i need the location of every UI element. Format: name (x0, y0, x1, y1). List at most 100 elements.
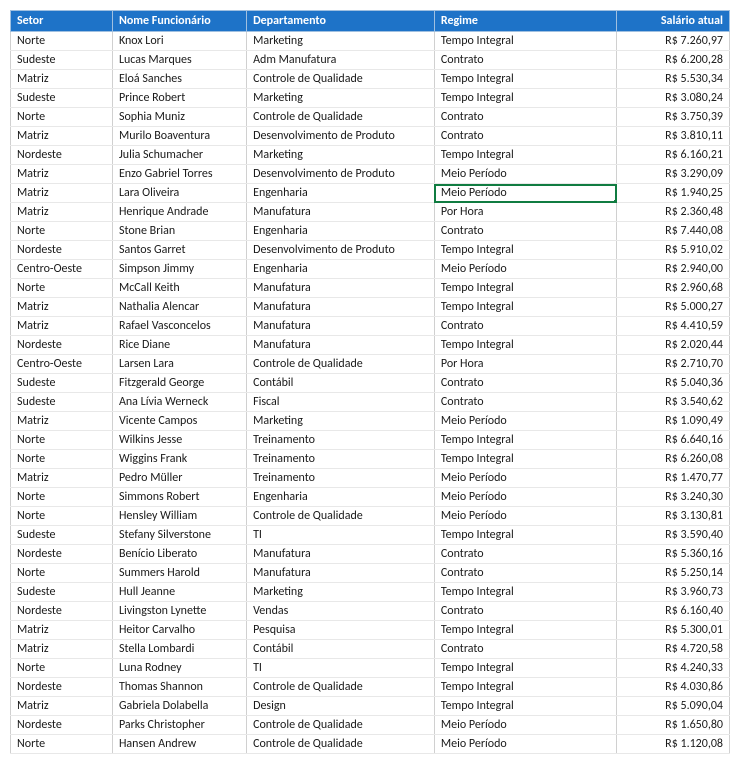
cell-nome[interactable]: Heitor Carvalho (112, 621, 246, 640)
cell-regime[interactable]: Contrato (434, 374, 616, 393)
cell-depto[interactable]: Manufatura (247, 279, 435, 298)
cell-regime[interactable]: Meio Período (434, 184, 616, 203)
cell-salario[interactable]: R$ 5.360,16 (617, 545, 730, 564)
cell-nome[interactable]: Simmons Robert (112, 488, 246, 507)
cell-regime[interactable]: Tempo Integral (434, 89, 616, 108)
cell-nome[interactable]: Fitzgerald George (112, 374, 246, 393)
cell-setor[interactable]: Norte (11, 659, 113, 678)
table-row[interactable]: NordesteParks ChristopherControle de Qua… (11, 716, 730, 735)
cell-setor[interactable]: Norte (11, 735, 113, 754)
cell-depto[interactable]: Manufatura (247, 317, 435, 336)
cell-depto[interactable]: Engenharia (247, 222, 435, 241)
table-row[interactable]: MatrizEnzo Gabriel TorresDesenvolvimento… (11, 165, 730, 184)
cell-depto[interactable]: TI (247, 659, 435, 678)
cell-setor[interactable]: Matriz (11, 184, 113, 203)
table-row[interactable]: NorteKnox LoriMarketingTempo IntegralR$ … (11, 32, 730, 51)
table-row[interactable]: SudesteHull JeanneMarketingTempo Integra… (11, 583, 730, 602)
table-row[interactable]: MatrizNathalia AlencarManufaturaTempo In… (11, 298, 730, 317)
table-row[interactable]: NorteLuna RodneyTITempo IntegralR$ 4.240… (11, 659, 730, 678)
cell-regime[interactable]: Tempo Integral (434, 659, 616, 678)
cell-setor[interactable]: Norte (11, 108, 113, 127)
cell-salario[interactable]: R$ 1.470,77 (617, 469, 730, 488)
cell-nome[interactable]: Julia Schumacher (112, 146, 246, 165)
cell-salario[interactable]: R$ 6.200,28 (617, 51, 730, 70)
cell-salario[interactable]: R$ 3.750,39 (617, 108, 730, 127)
cell-setor[interactable]: Matriz (11, 412, 113, 431)
cell-depto[interactable]: Controle de Qualidade (247, 716, 435, 735)
cell-regime[interactable]: Contrato (434, 222, 616, 241)
cell-salario[interactable]: R$ 2.360,48 (617, 203, 730, 222)
table-row[interactable]: NorteHansen AndrewControle de QualidadeM… (11, 735, 730, 754)
cell-nome[interactable]: Hansen Andrew (112, 735, 246, 754)
cell-regime[interactable]: Contrato (434, 127, 616, 146)
table-row[interactable]: NordesteBenício LiberatoManufaturaContra… (11, 545, 730, 564)
cell-setor[interactable]: Matriz (11, 203, 113, 222)
cell-setor[interactable]: Sudeste (11, 89, 113, 108)
cell-salario[interactable]: R$ 5.530,34 (617, 70, 730, 89)
cell-salario[interactable]: R$ 3.290,09 (617, 165, 730, 184)
table-row[interactable]: NorteWiggins FrankTreinamentoTempo Integ… (11, 450, 730, 469)
cell-nome[interactable]: Ana Lívia Werneck (112, 393, 246, 412)
table-row[interactable]: NorteWilkins JesseTreinamentoTempo Integ… (11, 431, 730, 450)
table-row[interactable]: NorteSummers HaroldManufaturaContratoR$ … (11, 564, 730, 583)
cell-nome[interactable]: Thomas Shannon (112, 678, 246, 697)
cell-regime[interactable]: Tempo Integral (434, 279, 616, 298)
cell-nome[interactable]: Knox Lori (112, 32, 246, 51)
cell-regime[interactable]: Contrato (434, 640, 616, 659)
employee-table[interactable]: Setor Nome Funcionário Departamento Regi… (10, 10, 730, 754)
cell-nome[interactable]: Nathalia Alencar (112, 298, 246, 317)
cell-depto[interactable]: Adm Manufatura (247, 51, 435, 70)
cell-regime[interactable]: Contrato (434, 602, 616, 621)
header-nome[interactable]: Nome Funcionário (112, 11, 246, 32)
cell-setor[interactable]: Sudeste (11, 583, 113, 602)
cell-salario[interactable]: R$ 5.910,02 (617, 241, 730, 260)
cell-setor[interactable]: Matriz (11, 70, 113, 89)
table-row[interactable]: NorteMcCall KeithManufaturaTempo Integra… (11, 279, 730, 298)
cell-salario[interactable]: R$ 3.590,40 (617, 526, 730, 545)
cell-salario[interactable]: R$ 4.240,33 (617, 659, 730, 678)
cell-depto[interactable]: Manufatura (247, 336, 435, 355)
cell-nome[interactable]: Murilo Boaventura (112, 127, 246, 146)
cell-setor[interactable]: Matriz (11, 469, 113, 488)
cell-salario[interactable]: R$ 6.260,08 (617, 450, 730, 469)
cell-setor[interactable]: Nordeste (11, 602, 113, 621)
cell-regime[interactable]: Meio Período (434, 260, 616, 279)
table-row[interactable]: SudesteFitzgerald GeorgeContábilContrato… (11, 374, 730, 393)
cell-regime[interactable]: Contrato (434, 51, 616, 70)
table-row[interactable]: MatrizEloá SanchesControle de QualidadeT… (11, 70, 730, 89)
cell-setor[interactable]: Nordeste (11, 336, 113, 355)
cell-depto[interactable]: Marketing (247, 583, 435, 602)
table-row[interactable]: SudesteAna Lívia WerneckFiscalContratoR$… (11, 393, 730, 412)
cell-regime[interactable]: Por Hora (434, 355, 616, 374)
cell-regime[interactable]: Meio Período (434, 716, 616, 735)
cell-depto[interactable]: Controle de Qualidade (247, 507, 435, 526)
cell-depto[interactable]: Treinamento (247, 469, 435, 488)
cell-setor[interactable]: Nordeste (11, 146, 113, 165)
cell-regime[interactable]: Meio Período (434, 165, 616, 184)
cell-regime[interactable]: Tempo Integral (434, 526, 616, 545)
cell-regime[interactable]: Tempo Integral (434, 583, 616, 602)
cell-depto[interactable]: Controle de Qualidade (247, 735, 435, 754)
cell-regime[interactable]: Tempo Integral (434, 146, 616, 165)
cell-setor[interactable]: Matriz (11, 640, 113, 659)
cell-setor[interactable]: Matriz (11, 298, 113, 317)
cell-setor[interactable]: Sudeste (11, 526, 113, 545)
cell-nome[interactable]: Summers Harold (112, 564, 246, 583)
cell-regime[interactable]: Contrato (434, 564, 616, 583)
cell-salario[interactable]: R$ 1.650,80 (617, 716, 730, 735)
cell-nome[interactable]: Lucas Marques (112, 51, 246, 70)
cell-depto[interactable]: Marketing (247, 412, 435, 431)
table-row[interactable]: SudesteLucas MarquesAdm ManufaturaContra… (11, 51, 730, 70)
header-regime[interactable]: Regime (434, 11, 616, 32)
cell-nome[interactable]: Wiggins Frank (112, 450, 246, 469)
cell-salario[interactable]: R$ 2.020,44 (617, 336, 730, 355)
cell-setor[interactable]: Norte (11, 564, 113, 583)
cell-regime[interactable]: Contrato (434, 393, 616, 412)
cell-regime[interactable]: Tempo Integral (434, 32, 616, 51)
cell-salario[interactable]: R$ 5.250,14 (617, 564, 730, 583)
cell-regime[interactable]: Contrato (434, 317, 616, 336)
cell-setor[interactable]: Norte (11, 222, 113, 241)
cell-depto[interactable]: Controle de Qualidade (247, 678, 435, 697)
cell-salario[interactable]: R$ 3.960,73 (617, 583, 730, 602)
cell-depto[interactable]: TI (247, 526, 435, 545)
